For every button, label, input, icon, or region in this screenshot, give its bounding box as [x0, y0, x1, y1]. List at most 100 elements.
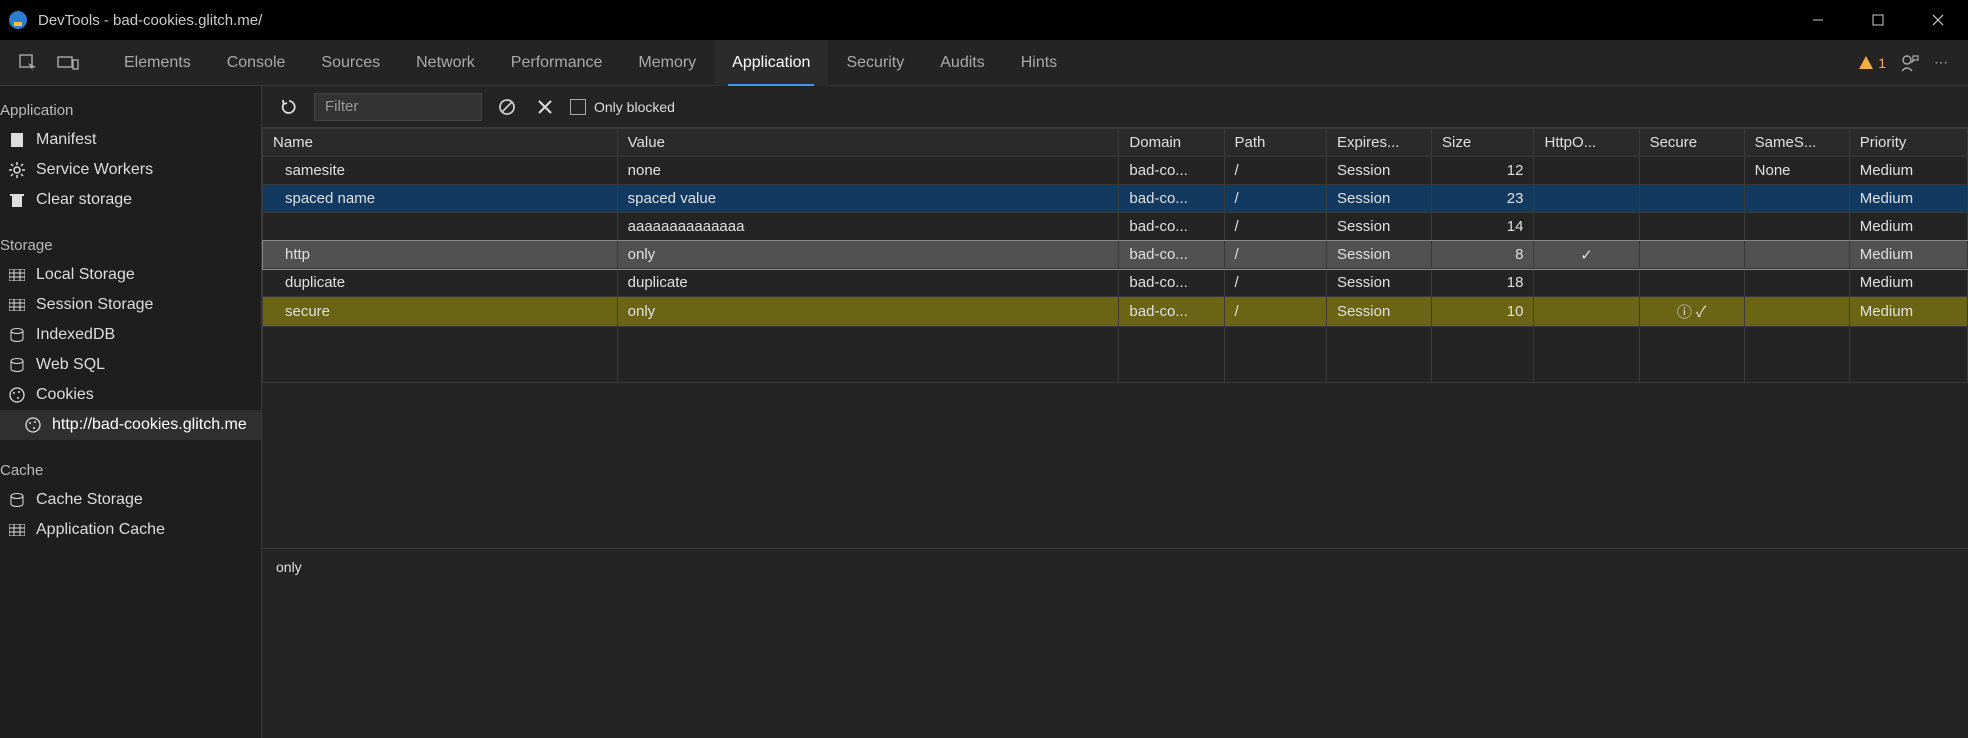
- table-row[interactable]: httponlybad-co.../Session8✓Medium: [263, 241, 1968, 269]
- col-name[interactable]: Name: [263, 129, 618, 157]
- database-icon: [8, 491, 26, 509]
- cell-expires: Session: [1326, 185, 1431, 213]
- table-row[interactable]: secureonlybad-co.../Session10ⓘ ✓Medium: [263, 297, 1968, 327]
- sidebar-item-label: http://bad-cookies.glitch.me: [52, 416, 247, 434]
- sidebar-item-indexeddb[interactable]: IndexedDB: [0, 320, 261, 350]
- filter-input[interactable]: [314, 93, 482, 121]
- cell-value: only: [617, 241, 1119, 269]
- cell-name: samesite: [263, 157, 618, 185]
- tab-elements[interactable]: Elements: [106, 40, 209, 86]
- devtools-tabbar: Elements Console Sources Network Perform…: [0, 40, 1968, 86]
- cell-domain: bad-co...: [1119, 157, 1224, 185]
- cell-httponly: [1534, 157, 1639, 185]
- cell-secure: [1639, 241, 1744, 269]
- cell-httponly: [1534, 185, 1639, 213]
- tab-sources[interactable]: Sources: [303, 40, 398, 86]
- window-maximize-button[interactable]: [1848, 0, 1908, 40]
- sidebar-heading-cache: Cache: [0, 454, 261, 485]
- table-row[interactable]: samesitenonebad-co.../Session12NoneMediu…: [263, 157, 1968, 185]
- window-minimize-button[interactable]: [1788, 0, 1848, 40]
- sidebar-item-local-storage[interactable]: Local Storage: [0, 260, 261, 290]
- cell-name: http: [263, 241, 618, 269]
- refresh-button[interactable]: [276, 94, 302, 120]
- tab-performance[interactable]: Performance: [493, 40, 621, 86]
- cell-expires: Session: [1326, 241, 1431, 269]
- tab-audits[interactable]: Audits: [922, 40, 1002, 86]
- sidebar-item-clear-storage[interactable]: Clear storage: [0, 185, 261, 215]
- cell-expires: Session: [1326, 213, 1431, 241]
- cell-value: aaaaaaaaaaaaaa: [617, 213, 1119, 241]
- cell-httponly: [1534, 297, 1639, 327]
- cell-name: secure: [263, 297, 618, 327]
- tab-memory[interactable]: Memory: [620, 40, 714, 86]
- cell-samesite: [1744, 297, 1849, 327]
- sidebar-item-label: Session Storage: [36, 296, 153, 314]
- cell-priority: Medium: [1849, 185, 1967, 213]
- cell-expires: Session: [1326, 269, 1431, 297]
- more-menu-icon[interactable]: ⋯: [1934, 54, 1950, 71]
- cell-samesite: [1744, 241, 1849, 269]
- table-empty-row: [263, 327, 1968, 383]
- cell-domain: bad-co...: [1119, 297, 1224, 327]
- cell-samesite: None: [1744, 157, 1849, 185]
- cell-path: /: [1224, 185, 1326, 213]
- sidebar-item-application-cache[interactable]: Application Cache: [0, 515, 261, 545]
- sidebar-item-cache-storage[interactable]: Cache Storage: [0, 485, 261, 515]
- sidebar-item-session-storage[interactable]: Session Storage: [0, 290, 261, 320]
- cookies-toolbar: Only blocked: [262, 86, 1968, 128]
- tab-console[interactable]: Console: [209, 40, 304, 86]
- tab-hints[interactable]: Hints: [1003, 40, 1075, 86]
- sidebar-item-manifest[interactable]: Manifest: [0, 125, 261, 155]
- database-icon: [8, 326, 26, 344]
- window-close-button[interactable]: [1908, 0, 1968, 40]
- cookies-panel: Only blocked Name Value Domain Path Expi…: [262, 86, 1968, 738]
- col-samesite[interactable]: SameS...: [1744, 129, 1849, 157]
- cell-size: 8: [1432, 241, 1534, 269]
- cell-expires: Session: [1326, 157, 1431, 185]
- col-path[interactable]: Path: [1224, 129, 1326, 157]
- cookies-table: Name Value Domain Path Expires... Size H…: [262, 128, 1968, 383]
- grid-icon: [8, 296, 26, 314]
- trash-icon: [8, 191, 26, 209]
- tab-security[interactable]: Security: [828, 40, 922, 86]
- col-secure[interactable]: Secure: [1639, 129, 1744, 157]
- sidebar-item-cookie-origin[interactable]: http://bad-cookies.glitch.me: [0, 410, 261, 440]
- sidebar-item-service-workers[interactable]: Service Workers: [0, 155, 261, 185]
- cookie-detail-pane: only: [262, 548, 1968, 738]
- sidebar-heading-application: Application: [0, 94, 261, 125]
- sidebar-item-label: IndexedDB: [36, 326, 115, 344]
- col-size[interactable]: Size: [1432, 129, 1534, 157]
- cell-value: only: [617, 297, 1119, 327]
- sidebar-item-cookies[interactable]: Cookies: [0, 380, 261, 410]
- col-httponly[interactable]: HttpO...: [1534, 129, 1639, 157]
- cell-httponly: ✓: [1534, 241, 1639, 269]
- table-row[interactable]: duplicateduplicatebad-co.../Session18Med…: [263, 269, 1968, 297]
- tab-network[interactable]: Network: [398, 40, 493, 86]
- device-toggle-icon[interactable]: [54, 49, 82, 77]
- cell-value: spaced value: [617, 185, 1119, 213]
- window-title: DevTools - bad-cookies.glitch.me/: [38, 12, 262, 29]
- cell-priority: Medium: [1849, 213, 1967, 241]
- col-priority[interactable]: Priority: [1849, 129, 1967, 157]
- cell-secure: ⓘ ✓: [1639, 297, 1744, 327]
- col-domain[interactable]: Domain: [1119, 129, 1224, 157]
- cell-samesite: [1744, 269, 1849, 297]
- sidebar-item-label: Service Workers: [36, 161, 153, 179]
- warnings-badge[interactable]: 1: [1858, 55, 1886, 71]
- delete-selected-button[interactable]: [532, 94, 558, 120]
- table-row[interactable]: aaaaaaaaaaaaaabad-co.../Session14Medium: [263, 213, 1968, 241]
- table-row[interactable]: spaced namespaced valuebad-co.../Session…: [263, 185, 1968, 213]
- feedback-icon[interactable]: [1900, 53, 1920, 73]
- cell-name: duplicate: [263, 269, 618, 297]
- col-value[interactable]: Value: [617, 129, 1119, 157]
- cell-expires: Session: [1326, 297, 1431, 327]
- warnings-count: 1: [1878, 55, 1886, 71]
- sidebar-item-websql[interactable]: Web SQL: [0, 350, 261, 380]
- grid-icon: [8, 521, 26, 539]
- only-blocked-checkbox[interactable]: Only blocked: [570, 99, 675, 115]
- inspect-element-icon[interactable]: [14, 49, 42, 77]
- cell-httponly: [1534, 269, 1639, 297]
- col-expires[interactable]: Expires...: [1326, 129, 1431, 157]
- clear-all-button[interactable]: [494, 94, 520, 120]
- tab-application[interactable]: Application: [714, 40, 828, 86]
